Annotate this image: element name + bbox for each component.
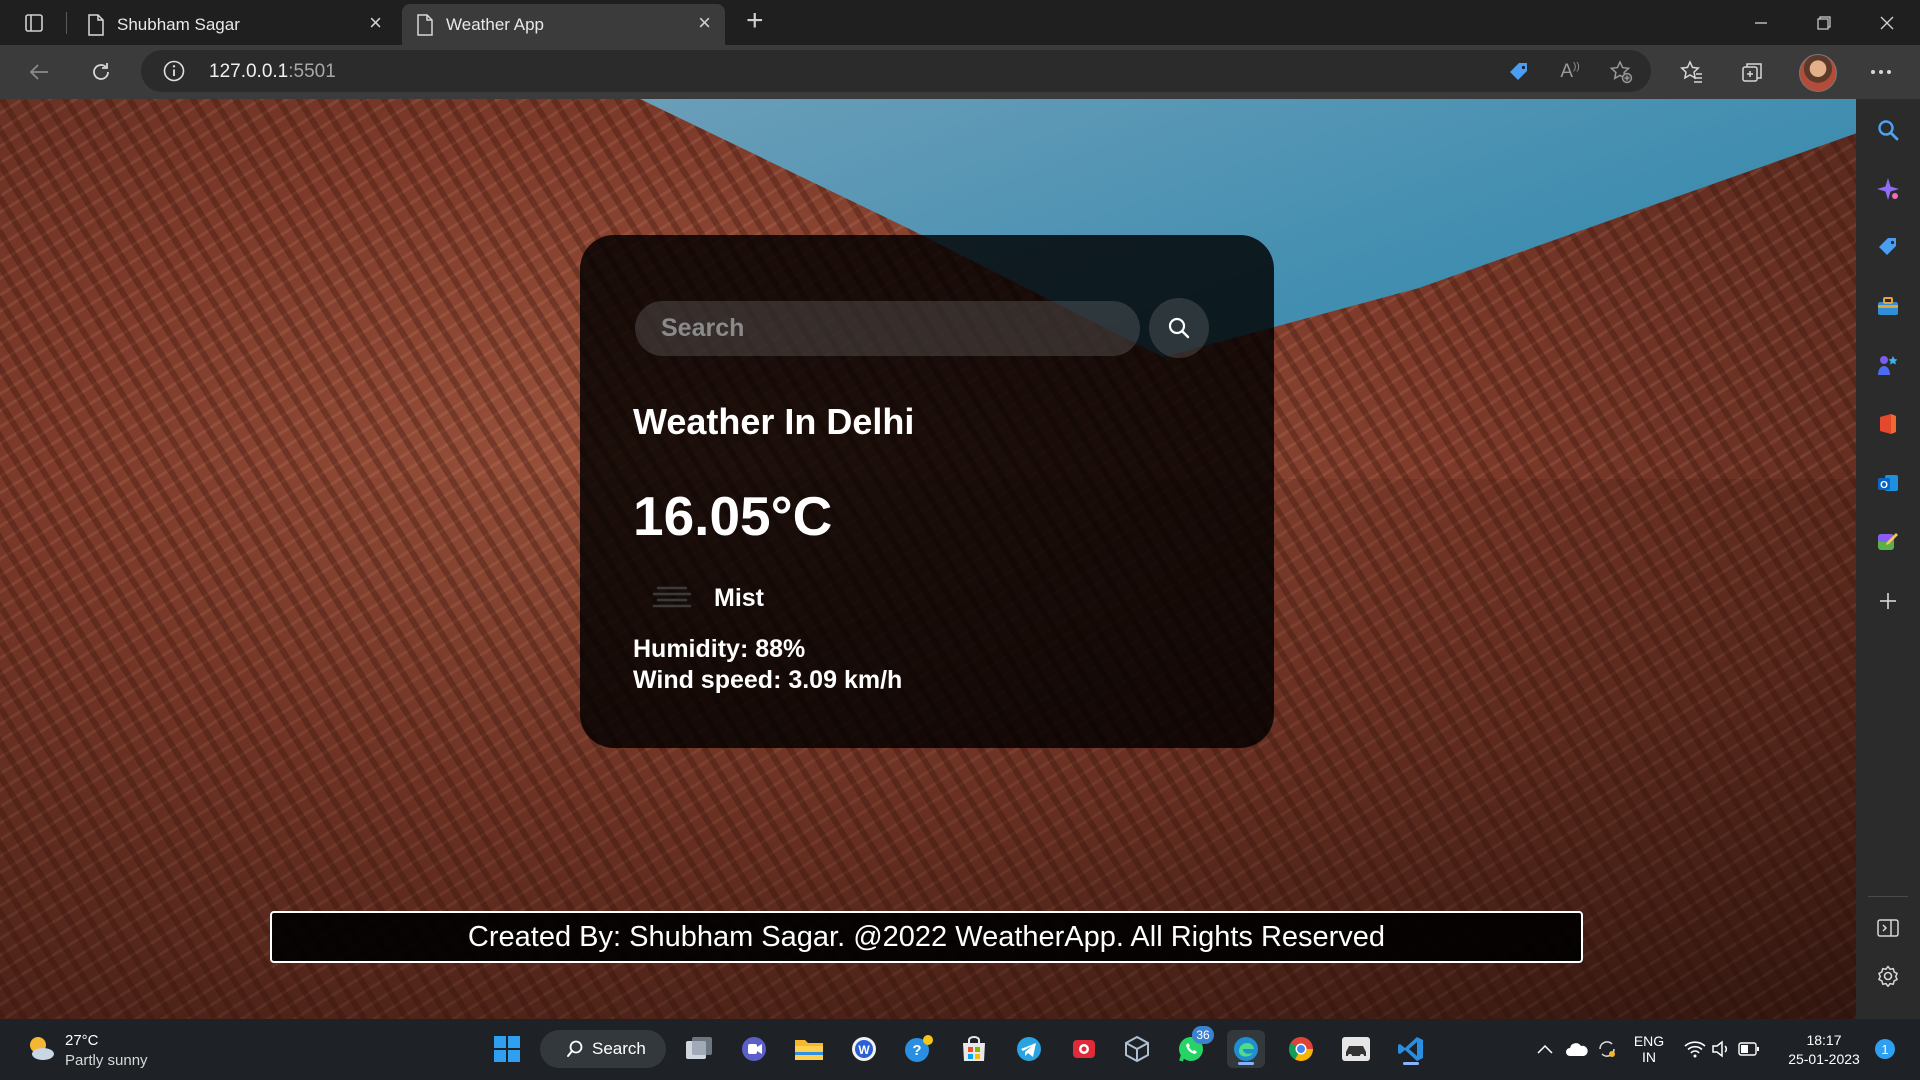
search-button[interactable]: [1149, 298, 1209, 358]
svg-text:O: O: [1880, 480, 1888, 491]
search-icon: [567, 1040, 583, 1057]
taskbar-search-button[interactable]: Search: [540, 1030, 666, 1068]
task-view-icon[interactable]: [680, 1030, 718, 1068]
region-text: IN: [1642, 1049, 1656, 1065]
close-icon[interactable]: ×: [698, 12, 711, 34]
tab-shubham-sagar[interactable]: Shubham Sagar ×: [73, 4, 396, 45]
telegram-icon[interactable]: [1010, 1030, 1048, 1068]
info-icon[interactable]: [163, 60, 185, 87]
active-indicator: [1238, 1062, 1254, 1065]
file-explorer-icon[interactable]: [790, 1030, 828, 1068]
designer-icon[interactable]: [1873, 527, 1903, 557]
clock[interactable]: 18:17 25-01-2023: [1776, 1032, 1872, 1067]
taskbar-weather-temp[interactable]: 27°C: [65, 1032, 99, 1049]
active-indicator: [1403, 1062, 1419, 1065]
windows-taskbar: 27°C Partly sunny Search W ? 36 ENG IN 1…: [0, 1019, 1920, 1080]
address-toolbar: 127.0.0.1:5501 A)): [0, 45, 1920, 99]
tab-title: Weather App: [446, 15, 544, 34]
chrome-icon[interactable]: [1282, 1030, 1320, 1068]
whatsapp-badge: 36: [1192, 1026, 1214, 1044]
clock-date: 25-01-2023: [1788, 1051, 1860, 1067]
collections-icon[interactable]: [1737, 57, 1767, 87]
close-icon[interactable]: ×: [369, 12, 382, 34]
refresh-icon[interactable]: [84, 55, 118, 89]
games-icon[interactable]: [1873, 350, 1903, 380]
page-icon: [416, 14, 434, 41]
virtualbox-icon[interactable]: [1118, 1030, 1156, 1068]
vehicle-app-icon[interactable]: [1337, 1030, 1375, 1068]
vscode-icon[interactable]: [1392, 1030, 1430, 1068]
page-icon: [87, 14, 105, 41]
shopping-tag-icon[interactable]: [1873, 232, 1903, 262]
close-window-icon[interactable]: [1867, 8, 1907, 38]
tools-icon[interactable]: [1873, 291, 1903, 321]
tab-actions-icon[interactable]: [16, 8, 52, 38]
address-bar[interactable]: 127.0.0.1:5501: [141, 50, 1651, 92]
taskbar-weather-condition[interactable]: Partly sunny: [65, 1052, 148, 1069]
wind-speed-text: Wind speed: 3.09 km/h: [633, 666, 903, 694]
notifications-icon[interactable]: 1: [1870, 1030, 1900, 1068]
minimize-icon[interactable]: [1741, 8, 1781, 38]
taskbar-search-label: Search: [592, 1039, 646, 1058]
url-port: :5501: [288, 61, 336, 82]
edge-icon[interactable]: [1227, 1030, 1265, 1068]
search-icon: [1168, 317, 1190, 339]
start-icon[interactable]: [488, 1030, 526, 1068]
shopping-tag-icon[interactable]: [1504, 57, 1534, 87]
url-text: 127.0.0.1:5501: [209, 61, 336, 83]
sync-icon[interactable]: [1588, 1030, 1626, 1068]
battery-icon[interactable]: [1730, 1030, 1768, 1068]
weather-description: Mist: [714, 584, 764, 612]
temperature: 16.05°C: [633, 485, 833, 547]
store-icon[interactable]: [955, 1030, 993, 1068]
language-text: ENG: [1633, 1033, 1665, 1049]
screen-recorder-icon[interactable]: [1065, 1030, 1103, 1068]
more-options-icon[interactable]: [1866, 57, 1896, 87]
whatsapp-icon[interactable]: 36: [1172, 1026, 1214, 1068]
svg-text:?: ?: [912, 1042, 921, 1059]
restore-icon[interactable]: [1804, 8, 1844, 38]
new-tab-button[interactable]: +: [746, 6, 764, 36]
url-host: 127.0.0.1: [209, 61, 289, 82]
back-icon[interactable]: [22, 55, 56, 89]
mist-icon: [650, 580, 696, 619]
settings-icon[interactable]: [1873, 961, 1903, 991]
teams-icon[interactable]: [735, 1030, 773, 1068]
search-icon[interactable]: [1873, 115, 1903, 145]
outlook-icon[interactable]: O: [1873, 468, 1903, 498]
svg-text:W: W: [858, 1043, 870, 1057]
partly-sunny-icon[interactable]: [26, 1033, 56, 1063]
tab-title: Shubham Sagar: [117, 15, 240, 34]
page-viewport: Weather In Delhi 16.05°C Mist Humidity: …: [0, 99, 1856, 1019]
weather-card: Weather In Delhi 16.05°C Mist Humidity: …: [580, 235, 1274, 748]
humidity-text: Humidity: 88%: [633, 635, 806, 663]
edge-sidebar: O: [1856, 99, 1920, 1019]
tab-weather-app[interactable]: Weather App ×: [402, 4, 725, 45]
tab-strip: Shubham Sagar × Weather App × +: [0, 0, 1920, 45]
sidebar-divider: [1868, 896, 1908, 897]
word-icon[interactable]: W: [845, 1030, 883, 1068]
office-icon[interactable]: [1873, 409, 1903, 439]
city-heading: Weather In Delhi: [633, 401, 915, 442]
copilot-icon[interactable]: [1873, 174, 1903, 204]
favorites-icon[interactable]: [1677, 57, 1707, 87]
read-aloud-icon[interactable]: A)): [1555, 57, 1585, 87]
footer-credit: Created By: Shubham Sagar. @2022 Weather…: [270, 911, 1583, 963]
profile-avatar[interactable]: [1799, 54, 1837, 92]
clock-time: 18:17: [1806, 1032, 1842, 1048]
split-screen-icon[interactable]: [1873, 913, 1903, 943]
help-icon[interactable]: ?: [900, 1030, 938, 1068]
add-icon[interactable]: [1873, 586, 1903, 616]
tab-divider: [66, 12, 67, 34]
add-favorite-icon[interactable]: [1606, 57, 1636, 87]
search-input[interactable]: [635, 301, 1140, 356]
language-indicator[interactable]: ENG IN: [1632, 1033, 1666, 1065]
notification-count: 1: [1875, 1039, 1895, 1059]
